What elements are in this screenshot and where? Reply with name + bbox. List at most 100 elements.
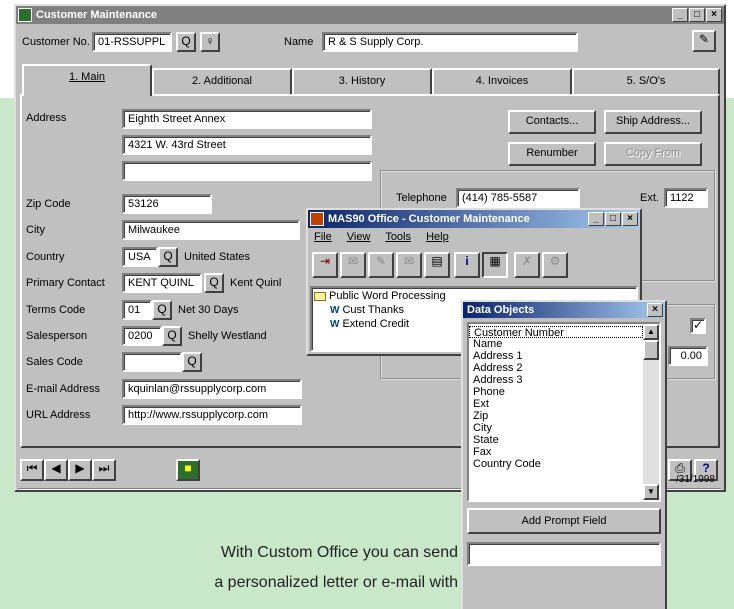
info-button[interactable]: i [454, 252, 480, 278]
data-object-item[interactable]: Country Code [469, 458, 643, 470]
name-field[interactable]: R & S Supply Corp. [322, 32, 578, 52]
first-icon: ⏮ [26, 461, 38, 475]
list-scrollbar[interactable]: ▲ ▼ [643, 324, 659, 500]
lookup-icon: Q [181, 34, 191, 48]
add-prompt-field-button[interactable]: Add Prompt Field [467, 508, 661, 534]
customer-no-field[interactable]: 01-RSSUPPL [92, 32, 172, 52]
option-checkbox[interactable]: ✓ [690, 318, 706, 334]
tab-sales-orders[interactable]: 5. S/O's [572, 68, 720, 94]
data-objects-button[interactable]: ▦ [482, 252, 508, 278]
contacts-button[interactable]: Contacts... [508, 110, 596, 134]
next-record-button[interactable]: ▶ [68, 459, 92, 481]
menu-view[interactable]: View [347, 231, 371, 243]
ship-address-button[interactable]: Ship Address... [604, 110, 702, 134]
copy-from-button[interactable]: Copy From [604, 142, 702, 166]
amount-field[interactable]: 0.00 [668, 346, 708, 366]
salesperson-name: Shelly Westland [188, 330, 267, 342]
new-doc-button[interactable]: ▤ [424, 252, 450, 278]
minimize-button[interactable]: _ [672, 8, 688, 22]
renumber-button[interactable]: Renumber [508, 142, 596, 166]
tree-item-cust-thanks[interactable]: W Cust Thanks [330, 304, 404, 316]
country-code-field[interactable]: USA [122, 247, 158, 267]
address-line2-field[interactable]: 4321 W. 43rd Street [122, 135, 372, 155]
contact-lookup-button[interactable]: Q [204, 273, 224, 293]
office-maximize-button[interactable]: □ [605, 212, 621, 226]
telephone-label: Telephone [396, 192, 447, 204]
name-label: Name [284, 36, 314, 48]
open-doc-button[interactable]: ⇥ [312, 252, 338, 278]
url-field[interactable]: http://www.rssupplycorp.com [122, 405, 302, 425]
tab-main[interactable]: 1. Main [22, 64, 152, 96]
data-objects-titlebar: Data Objects × [463, 302, 665, 318]
customer-search-button[interactable]: ♀ [200, 32, 220, 52]
customer-lookup-button[interactable]: Q [176, 32, 196, 52]
city-field[interactable]: Milwaukee [122, 220, 300, 240]
salesperson-code-field[interactable]: 0200 [122, 326, 162, 346]
tree-item-extend-credit[interactable]: W Extend Credit [330, 318, 409, 330]
last-record-button[interactable]: ⏭ [92, 459, 116, 481]
data-object-item[interactable]: State [469, 434, 643, 446]
data-object-item[interactable]: Name [469, 338, 643, 350]
scroll-thumb[interactable] [643, 340, 659, 360]
telephone-field[interactable]: (414) 785-5587 [456, 188, 580, 208]
prompt-input[interactable] [467, 542, 661, 566]
salesperson-lookup-button[interactable]: Q [162, 326, 182, 346]
office-window-title: MAS90 Office - Customer Maintenance [328, 213, 530, 225]
delete-button[interactable]: ✗ [514, 252, 540, 278]
menu-file[interactable]: File [314, 231, 332, 243]
customer-no-label: Customer No. [22, 36, 90, 48]
lookup-icon: Q [209, 275, 219, 289]
prev-record-button[interactable]: ◀ [44, 459, 68, 481]
data-objects-close-button[interactable]: × [647, 303, 663, 317]
email-field[interactable]: kquinlan@rssupplycorp.com [122, 379, 302, 399]
terms-code-field[interactable]: 01 [122, 300, 152, 320]
merge-button[interactable]: ✉ [340, 252, 366, 278]
data-object-item[interactable]: Zip [469, 410, 643, 422]
memo-button[interactable]: ✎ [692, 30, 716, 52]
scroll-up-arrow[interactable]: ▲ [643, 324, 659, 340]
properties-button[interactable]: ⚙ [542, 252, 568, 278]
salescode-label: Sales Code [26, 356, 83, 368]
data-object-item[interactable]: Address 3 [469, 374, 643, 386]
country-label: Country [26, 251, 65, 263]
tab-additional[interactable]: 2. Additional [152, 68, 292, 94]
maximize-button[interactable]: □ [689, 8, 705, 22]
tab-history[interactable]: 3. History [292, 68, 432, 94]
data-object-item[interactable]: City [469, 422, 643, 434]
office-toolbar: ⇥ ✉ ✎ ✉ ▤ i ▦ ✗ ⚙ [312, 250, 632, 280]
mail-button[interactable]: ✉ [396, 252, 422, 278]
city-label: City [26, 224, 45, 236]
terms-lookup-button[interactable]: Q [152, 300, 172, 320]
tree-folder-public[interactable]: Public Word Processing [314, 290, 446, 302]
office-minimize-button[interactable]: _ [588, 212, 604, 226]
zip-field[interactable]: 53126 [122, 194, 212, 214]
contact-name: Kent Quinl [230, 277, 282, 289]
close-button[interactable]: × [706, 8, 722, 22]
ext-field[interactable]: 1122 [664, 188, 708, 208]
menu-tools[interactable]: Tools [385, 231, 411, 243]
menu-help[interactable]: Help [426, 231, 449, 243]
data-object-item[interactable]: Ext [469, 398, 643, 410]
data-object-item[interactable]: Fax [469, 446, 643, 458]
edit-button[interactable]: ✎ [368, 252, 394, 278]
contact-code-field[interactable]: KENT QUINL [122, 273, 202, 293]
data-object-item[interactable]: Address 1 [469, 350, 643, 362]
terms-desc: Net 30 Days [178, 304, 239, 316]
salescode-lookup-button[interactable]: Q [182, 352, 202, 372]
address-line1-field[interactable]: Eighth Street Annex [122, 109, 372, 129]
data-object-item[interactable]: Phone [469, 386, 643, 398]
office-launch-button[interactable]: ■ [176, 459, 200, 481]
data-objects-list[interactable]: Customer Number Name Address 1 Address 2 Add… [467, 322, 661, 502]
lookup-icon: Q [187, 354, 197, 368]
first-record-button[interactable]: ⏮ [20, 459, 44, 481]
scroll-down-arrow[interactable]: ▼ [643, 484, 659, 500]
tab-invoices[interactable]: 4. Invoices [432, 68, 572, 94]
data-object-item[interactable]: Customer Number [469, 326, 643, 339]
country-lookup-button[interactable]: Q [158, 247, 178, 267]
salescode-field[interactable] [122, 352, 182, 372]
ext-label: Ext. [640, 192, 659, 204]
data-object-item[interactable]: Address 2 [469, 362, 643, 374]
address-line3-field[interactable] [122, 161, 372, 181]
data-objects-title: Data Objects [467, 304, 535, 316]
office-close-button[interactable]: × [622, 212, 638, 226]
